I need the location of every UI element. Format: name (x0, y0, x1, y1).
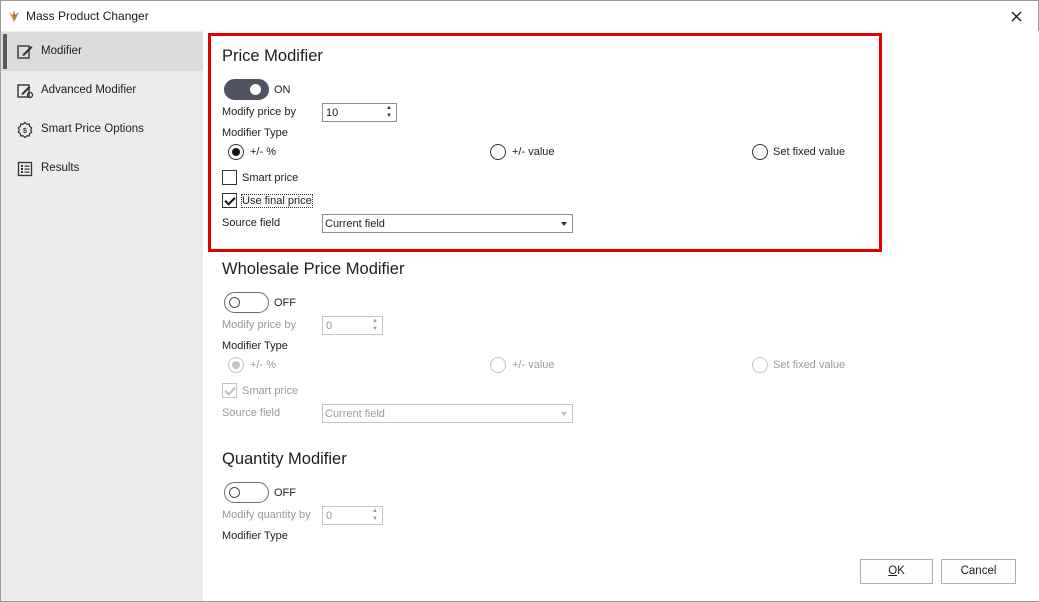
modifier-type-label: Modifier Type (222, 530, 288, 542)
title-bar: Mass Product Changer (1, 1, 1038, 31)
wholesale-smart-price-checkbox[interactable] (222, 383, 237, 398)
wholesale-radio-percent-label: +/- % (250, 359, 276, 371)
modify-quantity-value: 0 (326, 510, 333, 522)
modify-price-value: 10 (326, 107, 339, 119)
source-field-value: Current field (325, 218, 385, 230)
modify-quantity-input[interactable]: 0 ▲ ▼ (322, 506, 383, 525)
spin-up-icon[interactable]: ▲ (386, 105, 392, 112)
spin-down-icon[interactable]: ▼ (386, 113, 392, 120)
edit-icon (17, 45, 33, 59)
radio-value[interactable] (490, 144, 506, 160)
section-title: Wholesale Price Modifier (222, 260, 405, 278)
wholesale-source-field-value: Current field (325, 408, 385, 420)
price-modifier-toggle[interactable] (224, 79, 269, 100)
modifier-type-label: Modifier Type (222, 127, 288, 139)
results-list-icon (17, 161, 33, 177)
window-title: Mass Product Changer (26, 9, 149, 23)
spin-down-icon[interactable]: ▼ (372, 326, 378, 333)
sidebar-item-smart-price-options[interactable]: $ Smart Price Options (1, 110, 203, 149)
wholesale-radio-value-label: +/- value (512, 359, 555, 371)
radio-value-label: +/- value (512, 146, 555, 158)
smart-price-checkbox[interactable] (222, 170, 237, 185)
source-field-label: Source field (222, 217, 281, 229)
modify-price-input[interactable]: 10 ▲ ▼ (322, 103, 397, 122)
quantity-modifier-toggle[interactable] (224, 482, 269, 503)
spin-arrows[interactable]: ▲ ▼ (370, 508, 380, 523)
wholesale-source-field-dropdown[interactable]: Current field (322, 404, 573, 423)
radio-fixed-value-label: Set fixed value (773, 146, 846, 158)
ok-mnemonic: O (888, 565, 898, 577)
app-logo-icon (9, 10, 19, 22)
svg-text:$: $ (23, 128, 27, 135)
source-field-dropdown[interactable]: Current field (322, 214, 573, 233)
wholesale-radio-value[interactable] (490, 357, 506, 373)
radio-percent-label: +/- % (250, 146, 276, 158)
close-button[interactable] (1004, 5, 1028, 27)
spin-arrows[interactable]: ▲ ▼ (370, 318, 380, 333)
sidebar-item-modifier[interactable]: Modifier (1, 32, 203, 71)
smart-price-label: Smart price (242, 172, 299, 184)
content-panel: Price Modifier ON Modify price by 10 ▲ ▼… (203, 31, 1039, 601)
section-title: Quantity Modifier (222, 450, 347, 468)
section-title: Price Modifier (222, 47, 323, 65)
modifier-type-label: Modifier Type (222, 340, 288, 352)
modify-by-label: Modify price by (222, 319, 296, 331)
wholesale-radio-fixed-value[interactable] (752, 357, 768, 373)
modify-wholesale-price-input[interactable]: 0 ▲ ▼ (322, 316, 383, 335)
wholesale-modifier-toggle[interactable] (224, 292, 269, 313)
toggle-state-label: OFF (274, 487, 296, 499)
spin-arrows[interactable]: ▲ ▼ (384, 105, 394, 120)
sidebar-item-label: Advanced Modifier (41, 84, 137, 96)
sidebar: Modifier Advanced Modifier $ Smart Price… (1, 31, 203, 601)
radio-fixed-value[interactable] (752, 144, 768, 160)
advanced-edit-icon (17, 84, 34, 99)
sidebar-item-label: Smart Price Options (41, 123, 144, 135)
sidebar-item-label: Results (41, 162, 80, 174)
ok-label-rest: K (897, 565, 905, 577)
cancel-button[interactable]: Cancel (941, 559, 1016, 584)
wholesale-smart-price-label: Smart price (242, 385, 299, 397)
use-final-price-checkbox[interactable] (222, 193, 237, 208)
toggle-state-label: OFF (274, 297, 296, 309)
modify-by-label: Modify quantity by (222, 509, 311, 521)
chevron-down-icon (561, 412, 567, 416)
wholesale-radio-percent[interactable] (228, 357, 244, 373)
sidebar-item-results[interactable]: Results (1, 149, 203, 188)
sidebar-item-advanced-modifier[interactable]: Advanced Modifier (1, 71, 203, 110)
mass-product-changer-window: Mass Product Changer Modifier Advanced M… (0, 0, 1039, 602)
ok-button[interactable]: OK (860, 559, 933, 584)
radio-percent[interactable] (228, 144, 244, 160)
smart-price-icon: $ (17, 121, 33, 139)
use-final-price-label: Use final price (241, 194, 313, 208)
spin-up-icon[interactable]: ▲ (372, 508, 378, 515)
source-field-label: Source field (222, 407, 281, 419)
chevron-down-icon (561, 222, 567, 226)
wholesale-radio-fixed-value-label: Set fixed value (773, 359, 846, 371)
spin-down-icon[interactable]: ▼ (372, 516, 378, 523)
close-icon (1011, 11, 1021, 21)
modify-by-label: Modify price by (222, 106, 296, 118)
modify-wholesale-value: 0 (326, 320, 333, 332)
sidebar-item-label: Modifier (41, 45, 82, 57)
toggle-state-label: ON (274, 84, 291, 96)
spin-up-icon[interactable]: ▲ (372, 318, 378, 325)
